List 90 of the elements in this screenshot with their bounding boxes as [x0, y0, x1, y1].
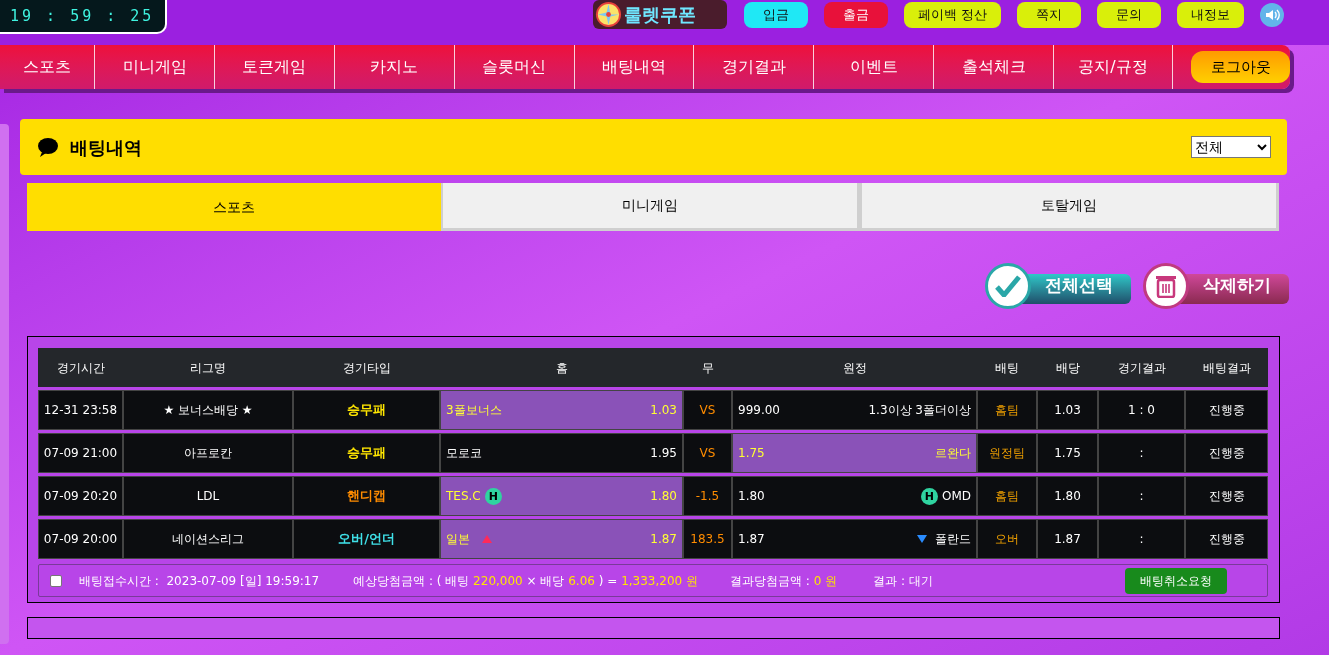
top-menu-button[interactable]: 내정보	[1177, 1, 1245, 28]
column-header: 리그명	[189, 359, 227, 377]
result-winnings: 결과당첨금액 : 0 원	[730, 573, 838, 588]
game-type: 승무패	[347, 444, 386, 463]
checkbox[interactable]	[50, 574, 62, 587]
expected-winnings: 예상당첨금액 : ( 배팅 220,000 × 배당 6.06 ) = 1,333,200 원	[353, 573, 699, 588]
table-cell: 1.87	[1037, 519, 1098, 559]
cancel-bet-button[interactable]: 배팅취소요청	[1125, 567, 1227, 594]
speaker-icon[interactable]	[1260, 2, 1285, 27]
trash-icon	[1155, 274, 1177, 298]
receipt-time: 배팅접수시간 : 2023-07-09 [일] 19:59:17	[79, 572, 320, 590]
table-cell: 1 : 0	[1098, 390, 1185, 430]
logout-button[interactable]: 로그아웃	[1191, 51, 1291, 83]
filter-select[interactable]: 전체	[1191, 136, 1271, 158]
down-triangle-icon	[917, 535, 927, 543]
table-cell: VS	[683, 390, 732, 430]
table-cell: 07-09 20:00	[38, 519, 123, 559]
game-type: 승무패	[347, 401, 386, 420]
column-header: 배당	[1054, 359, 1081, 377]
nav-item[interactable]: 경기결과	[693, 45, 814, 89]
nav-item[interactable]: 슬롯머신	[453, 45, 574, 89]
chat-bubble-icon	[37, 137, 59, 157]
nav-item[interactable]: 카지노	[333, 45, 454, 89]
table-cell: 진행중	[1185, 433, 1268, 473]
home-odds-cell[interactable]: 일본 1.87	[440, 519, 683, 559]
table-cell: :	[1098, 433, 1185, 473]
game-type: 오버/언더	[338, 530, 395, 549]
top-menu-button[interactable]: 문의	[1097, 1, 1162, 28]
away-odds-cell[interactable]: 1.87 폴란드	[732, 519, 977, 559]
table-cell: 네이션스리그	[123, 519, 293, 559]
section-title: 배팅내역	[70, 135, 142, 160]
game-type: 핸디캡	[347, 487, 386, 506]
home-odds-cell[interactable]: 3폴보너스 1.03	[440, 390, 683, 430]
table-cell: VS	[683, 433, 732, 473]
column-header: 배팅	[994, 359, 1020, 377]
top-menu-button[interactable]: 출금	[824, 1, 888, 28]
nav-item[interactable]: 스포츠	[0, 45, 95, 89]
table-cell: 1.75	[1037, 433, 1098, 473]
table-cell: 12-31 23:58	[38, 390, 123, 430]
away-odds-cell[interactable]: 1.80 H OMD	[732, 476, 977, 516]
h-badge: H	[484, 487, 502, 505]
logo[interactable]: 룰렛쿠폰	[593, 0, 727, 29]
nav-item[interactable]: 이벤트	[813, 45, 934, 89]
top-menu-button[interactable]: 입금	[744, 1, 808, 28]
table-cell: :	[1098, 519, 1185, 559]
table-cell: 진행중	[1185, 519, 1268, 559]
h-badge: H	[920, 487, 938, 505]
table-cell: 원정팀	[977, 433, 1037, 473]
nav-item[interactable]: 토큰게임	[214, 45, 334, 89]
table-cell: 오버	[977, 519, 1037, 559]
home-odds-cell[interactable]: TES.C H 1.80	[440, 476, 683, 516]
chevron-down-icon	[1257, 143, 1267, 151]
nav-item[interactable]: 배팅내역	[573, 45, 694, 89]
table-cell: -1.5	[683, 476, 732, 516]
result-status: 결과 : 대기	[873, 572, 933, 590]
nav-item[interactable]: 공지/규정	[1053, 45, 1173, 89]
tab[interactable]: 미니게임	[441, 183, 860, 231]
table-cell: 진행중	[1185, 476, 1268, 516]
table-cell: 183.5	[683, 519, 732, 559]
up-triangle-icon	[482, 535, 492, 543]
column-header: 경기타입	[341, 359, 392, 377]
tab[interactable]: 스포츠	[27, 183, 441, 231]
top-menu-button[interactable]: 쪽지	[1017, 1, 1082, 28]
checkmark-icon	[995, 275, 1021, 297]
nav-item[interactable]: 미니게임	[94, 45, 214, 89]
tab[interactable]: 토탈게임	[860, 183, 1279, 231]
table-cell: 1.80	[1037, 476, 1098, 516]
clock: 19 : 59 : 25	[0, 0, 167, 34]
column-header: 경기시간	[55, 359, 106, 377]
table-cell: 홈팀	[977, 390, 1037, 430]
home-odds-cell[interactable]: 모로코 1.95	[440, 433, 683, 473]
column-header: 원정	[841, 359, 868, 377]
column-header: 경기결과	[1116, 359, 1167, 377]
table-cell: LDL	[123, 476, 293, 516]
away-odds-cell[interactable]: 1.75 르완다	[732, 433, 977, 473]
table-cell: ★ 보너스배당 ★	[123, 390, 293, 430]
top-menu-button[interactable]: 페이백 정산	[904, 1, 1002, 28]
table-cell: 아프로칸	[123, 433, 293, 473]
roulette-wheel-icon	[595, 1, 622, 28]
column-header: 배팅결과	[1201, 359, 1252, 377]
table-cell: 07-09 20:20	[38, 476, 123, 516]
table-cell: 07-09 21:00	[38, 433, 123, 473]
table-cell: 홈팀	[977, 476, 1037, 516]
column-header: 무	[700, 359, 715, 377]
table-cell: 1.03	[1037, 390, 1098, 430]
column-header: 홈	[554, 359, 569, 377]
table-cell: :	[1098, 476, 1185, 516]
away-odds-cell[interactable]: 999.00 1.3이상 3폴더이상	[732, 390, 977, 430]
table-cell: 진행중	[1185, 390, 1268, 430]
nav-item[interactable]: 출석체크	[933, 45, 1054, 89]
